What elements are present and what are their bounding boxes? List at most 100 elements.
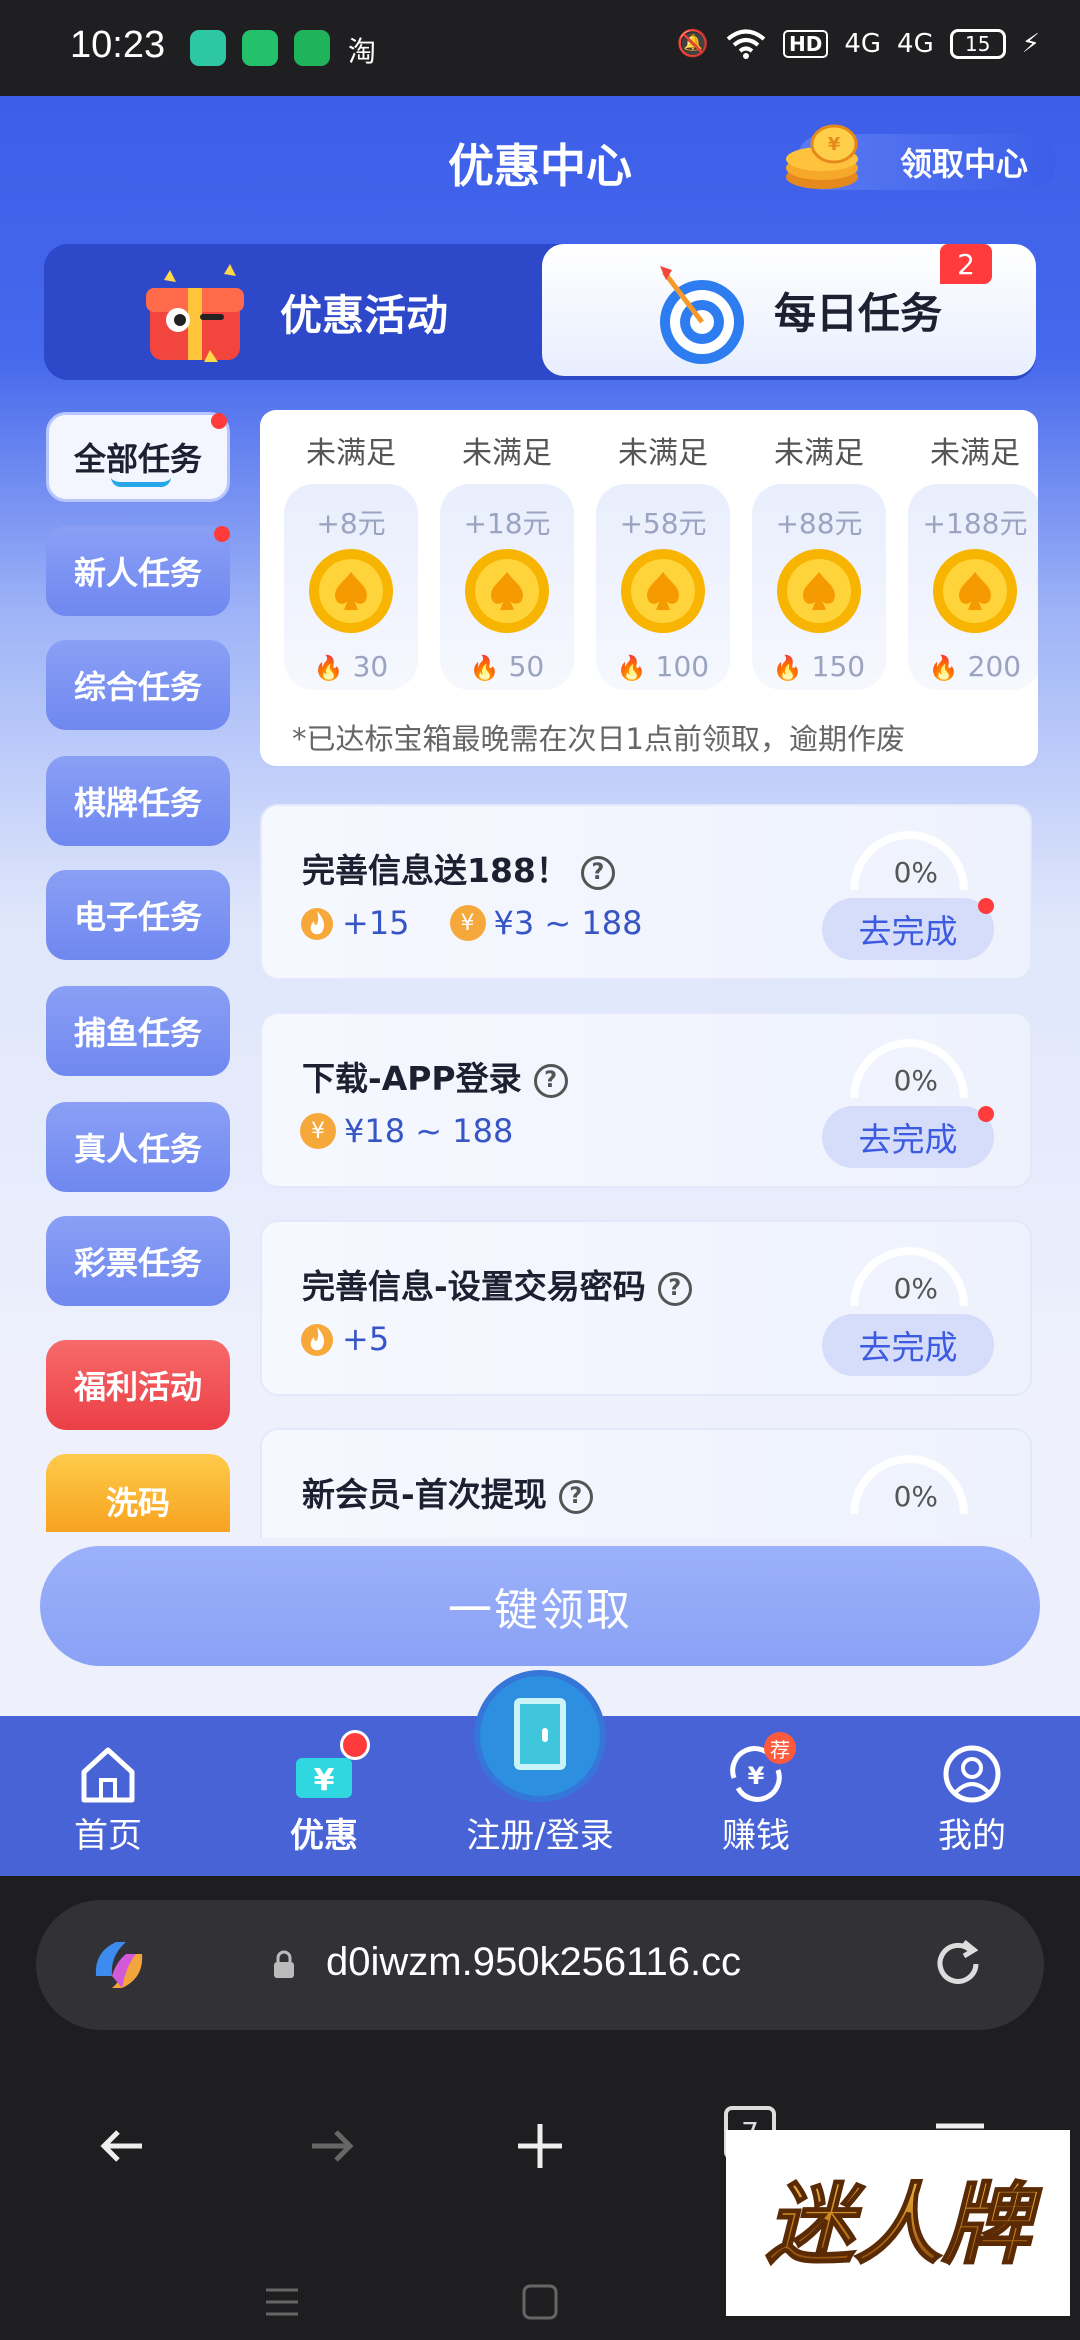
wifi-icon xyxy=(726,29,766,59)
active-underline xyxy=(111,477,171,487)
notification-dot xyxy=(211,413,227,429)
tab-discount-activity[interactable]: 优惠活动 xyxy=(44,244,538,380)
task-title: 完善信息-设置交易密码? xyxy=(302,1260,692,1308)
sidebar-item-card-tasks[interactable]: 棋牌任务 xyxy=(46,756,230,846)
app-notification-icon xyxy=(242,30,278,66)
spade-coin-icon xyxy=(933,549,1017,633)
chest-status: 未满足 xyxy=(774,436,864,471)
sidebar-item-live-tasks[interactable]: 真人任务 xyxy=(46,1102,230,1192)
nav-label: 优惠 xyxy=(290,1816,358,1856)
go-complete-button[interactable]: 去完成 xyxy=(822,898,994,960)
recent-apps-icon[interactable] xyxy=(262,2282,302,2322)
task-money: ¥18 ~ 188 xyxy=(344,1112,514,1150)
task-rewards: ¥ ¥18 ~ 188 xyxy=(300,1112,513,1150)
help-icon[interactable]: ? xyxy=(558,1479,593,1514)
discount-center-page: 优惠中心 ¥ 领取中心 优惠活动 每日任务 2 全部任务 新人任务 综合任务 棋… xyxy=(0,96,1080,1716)
spade-coin-icon xyxy=(777,549,861,633)
chest-points: 🔥 30 xyxy=(313,650,389,683)
go-complete-button[interactable]: 去完成 xyxy=(822,1314,994,1376)
task-points: +5 xyxy=(342,1320,390,1358)
svg-text:¥: ¥ xyxy=(314,1763,335,1798)
chest-reward: +18元 xyxy=(463,507,551,540)
battery-icon: 15 xyxy=(949,29,1006,59)
chest-points: 🔥 100 xyxy=(616,650,710,683)
copilot-icon[interactable] xyxy=(86,1932,152,1998)
sidebar-item-slot-tasks[interactable]: 电子任务 xyxy=(46,870,230,960)
chest-status: 未满足 xyxy=(462,436,552,471)
progress-value: 0% xyxy=(893,1480,938,1513)
task-card: 完善信息-设置交易密码? +5 0% 去完成 xyxy=(260,1220,1032,1396)
status-time: 10:23 xyxy=(70,24,166,66)
sidebar-item-label: 真人任务 xyxy=(73,1130,202,1168)
sidebar-item-fishing-tasks[interactable]: 捕鱼任务 xyxy=(46,986,230,1076)
signal-icon: 4G xyxy=(897,29,934,59)
chest-points: 🔥 150 xyxy=(772,650,866,683)
forward-icon[interactable] xyxy=(302,2116,362,2176)
nav-label: 注册/登录 xyxy=(466,1816,614,1856)
sidebar-item-label: 综合任务 xyxy=(73,668,202,706)
notification-dot xyxy=(978,1106,994,1122)
home-icon xyxy=(81,1747,135,1803)
nav-profile[interactable]: 我的 xyxy=(864,1716,1080,1876)
progress-value: 0% xyxy=(893,856,938,889)
url-text[interactable]: d0iwzm.950k256116.cc xyxy=(326,1940,741,1985)
nav-center-circle xyxy=(474,1670,606,1802)
chest-status: 未满足 xyxy=(306,436,396,471)
notification-dot xyxy=(340,1730,370,1760)
new-tab-icon[interactable] xyxy=(510,2116,570,2176)
sidebar-item-welfare[interactable]: 福利活动 xyxy=(46,1340,230,1430)
lock-icon xyxy=(274,1950,294,1978)
bottom-nav: 首页 ¥ 优惠 注册/登录 ¥ 荐 赚钱 我的 xyxy=(0,1670,1080,1876)
status-bar: 10:23 淘 🔕 HD 4G 4G 15 ⚡ xyxy=(0,0,1080,96)
tab-daily-tasks[interactable]: 每日任务 2 xyxy=(542,244,1036,376)
tab-label: 每日任务 xyxy=(774,288,943,338)
taobao-icon: 淘 xyxy=(348,35,377,68)
sidebar-item-label: 新人任务 xyxy=(73,554,202,592)
sidebar-item-lottery-tasks[interactable]: 彩票任务 xyxy=(46,1216,230,1306)
nav-home[interactable]: 首页 xyxy=(0,1716,216,1876)
chest-points: 🔥 200 xyxy=(928,650,1022,683)
money-bag-icon: ¥ xyxy=(449,905,486,941)
progress-value: 0% xyxy=(893,1064,938,1097)
reload-icon[interactable] xyxy=(928,1934,988,1994)
task-money: ¥3 ~ 188 xyxy=(493,904,643,942)
mute-icon: 🔕 xyxy=(676,29,709,59)
watermark-logo: 迷人牌 xyxy=(726,2130,1070,2316)
sidebar-item-all-tasks[interactable]: 全部任务 xyxy=(46,412,230,502)
nav-earn[interactable]: ¥ 荐 赚钱 xyxy=(648,1716,864,1876)
task-card: 完善信息送188！? +15 ¥ ¥3 ~ 188 0% 去完成 xyxy=(260,804,1032,980)
watermark-image: 迷人牌 xyxy=(765,2171,1043,2277)
tab-label: 优惠活动 xyxy=(280,290,449,340)
hd-icon: HD xyxy=(782,30,829,58)
back-icon[interactable] xyxy=(92,2116,152,2176)
sidebar-item-general-tasks[interactable]: 综合任务 xyxy=(46,640,230,730)
gift-box-icon xyxy=(146,264,244,362)
home-button-icon[interactable] xyxy=(520,2282,560,2322)
nav-label: 我的 xyxy=(938,1816,1006,1856)
nav-register-login[interactable]: 注册/登录 xyxy=(432,1670,648,1876)
claim-center-button[interactable]: ¥ 领取中心 xyxy=(786,124,1056,190)
task-rewards: +5 xyxy=(300,1320,389,1358)
address-bar[interactable]: d0iwzm.950k256116.cc xyxy=(36,1900,1044,2030)
sidebar-item-newbie-tasks[interactable]: 新人任务 xyxy=(46,526,230,616)
sidebar-item-label: 彩票任务 xyxy=(73,1244,202,1282)
nav-label: 赚钱 xyxy=(722,1816,790,1856)
sidebar-item-rebate[interactable]: 洗码 xyxy=(46,1454,230,1532)
fire-icon: 🔥 xyxy=(616,654,647,682)
nav-discount[interactable]: ¥ 优惠 xyxy=(216,1716,432,1876)
chest-status: 未满足 xyxy=(618,436,708,471)
help-icon[interactable]: ? xyxy=(580,855,615,890)
sidebar-item-label: 福利活动 xyxy=(73,1368,202,1406)
coins-icon: ¥ xyxy=(786,124,858,189)
tab-badge: 2 xyxy=(940,244,992,284)
sidebar-item-label: 洗码 xyxy=(105,1484,170,1522)
spade-coin-icon xyxy=(309,549,393,633)
help-icon[interactable]: ? xyxy=(657,1271,692,1306)
sidebar-item-label: 棋牌任务 xyxy=(73,784,202,822)
help-icon[interactable]: ? xyxy=(533,1063,568,1098)
svg-text:¥: ¥ xyxy=(828,134,841,155)
go-complete-button[interactable]: 去完成 xyxy=(822,1106,994,1168)
claim-all-button[interactable]: 一键领取 xyxy=(40,1546,1040,1666)
signal-icon: 4G xyxy=(844,29,882,59)
sidebar-item-label: 电子任务 xyxy=(73,898,202,936)
